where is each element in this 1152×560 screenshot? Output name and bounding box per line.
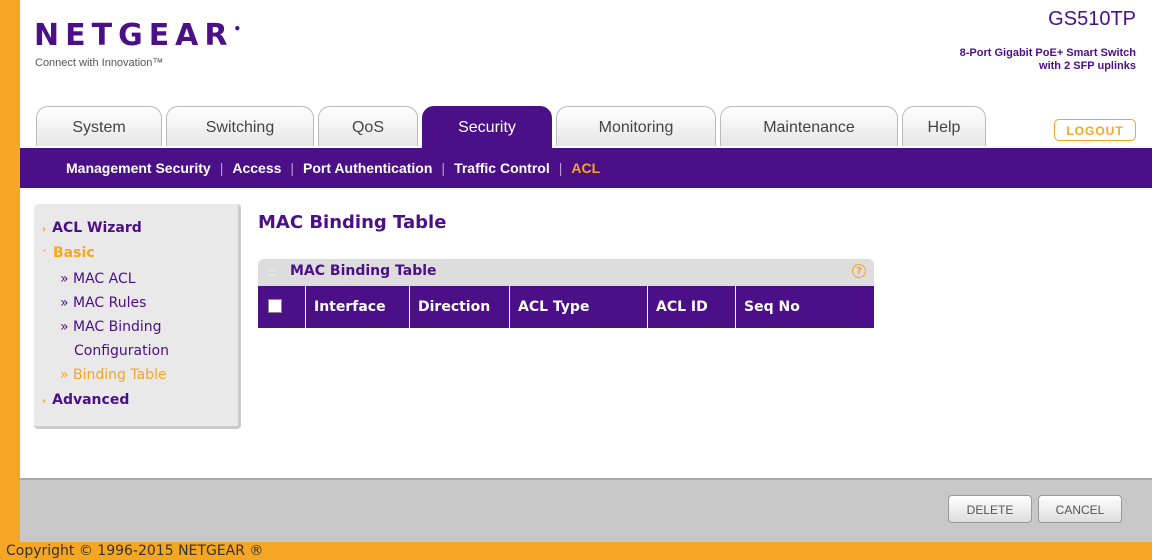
- subnav-separator: |: [290, 160, 295, 176]
- column-seq-no: Seq No: [744, 299, 800, 315]
- nav-mac-rules[interactable]: » MAC Rules: [60, 295, 146, 311]
- nav-mac-binding[interactable]: » MAC Binding: [60, 319, 162, 335]
- copyright: Copyright © 1996-2015 NETGEAR ®: [6, 543, 264, 559]
- chevron-down-icon: ˅: [42, 249, 47, 260]
- cancel-button[interactable]: CANCEL: [1038, 495, 1122, 523]
- sub-navigation: Management Security | Access | Port Authenti…: [20, 148, 1152, 188]
- subnav-separator: |: [219, 160, 224, 176]
- column-acl-type: ACL Type: [510, 286, 648, 328]
- help-icon[interactable]: ?: [852, 264, 866, 278]
- tab-security[interactable]: Security: [422, 106, 552, 148]
- select-all-checkbox[interactable]: [268, 299, 282, 313]
- subnav-port-authentication[interactable]: Port Authentication: [303, 148, 432, 188]
- nav-advanced[interactable]: › Advanced: [42, 392, 129, 408]
- subnav-management-security[interactable]: Management Security: [66, 148, 211, 188]
- tab-qos[interactable]: QoS: [318, 106, 418, 146]
- column-interface: Interface: [306, 286, 410, 328]
- tab-maintenance[interactable]: Maintenance: [720, 106, 898, 146]
- panel-title: MAC Binding Table: [290, 263, 437, 279]
- subnav-acl[interactable]: ACL: [571, 148, 600, 188]
- left-navigation: › ACL Wizard ˅ Basic » MAC ACL » MAC Rules…: [34, 204, 241, 429]
- panel-header: :: MAC Binding Table ?: [258, 259, 874, 286]
- button-bar: DELETE CANCEL: [20, 478, 1152, 542]
- nav-acl-wizard[interactable]: › ACL Wizard: [42, 220, 142, 236]
- tab-switching[interactable]: Switching: [166, 106, 314, 146]
- content-area: › ACL Wizard ˅ Basic » MAC ACL » MAC Rules…: [20, 188, 1152, 478]
- page-title: MAC Binding Table: [258, 212, 447, 233]
- nav-mac-binding-configuration[interactable]: Configuration: [74, 343, 169, 359]
- column-acl-id: ACL ID: [648, 286, 736, 328]
- subnav-traffic-control[interactable]: Traffic Control: [454, 148, 550, 188]
- model-name: GS510TP: [1048, 8, 1136, 30]
- model-description: 8-Port Gigabit PoE+ Smart Switch with 2 …: [959, 47, 1136, 72]
- nav-binding-table[interactable]: » Binding Table: [60, 367, 167, 383]
- nav-basic[interactable]: ˅ Basic: [42, 245, 95, 261]
- subnav-separator: |: [558, 160, 563, 176]
- delete-button[interactable]: DELETE: [948, 495, 1032, 523]
- tab-system[interactable]: System: [36, 106, 162, 146]
- tab-monitoring[interactable]: Monitoring: [556, 106, 716, 146]
- table-header: Interface Direction ACL Type ACL ID Seq …: [258, 286, 874, 328]
- nav-mac-acl[interactable]: » MAC ACL: [60, 271, 136, 287]
- tagline: Connect with Innovation™: [35, 57, 164, 69]
- subnav-separator: |: [441, 160, 446, 176]
- column-direction: Direction: [410, 286, 510, 328]
- tab-help[interactable]: Help: [902, 106, 986, 146]
- page-frame: NETGEAR• Connect with Innovation™ GS510T…: [20, 0, 1152, 542]
- logout-button[interactable]: LOGOUT: [1054, 119, 1136, 141]
- chevron-right-icon: ›: [42, 396, 47, 407]
- select-all-cell: [258, 286, 306, 328]
- chevron-right-icon: ›: [42, 224, 47, 235]
- subnav-access[interactable]: Access: [232, 148, 281, 188]
- netgear-logo: NETGEAR•: [34, 18, 242, 53]
- drag-handle-icon: ::: [268, 265, 277, 279]
